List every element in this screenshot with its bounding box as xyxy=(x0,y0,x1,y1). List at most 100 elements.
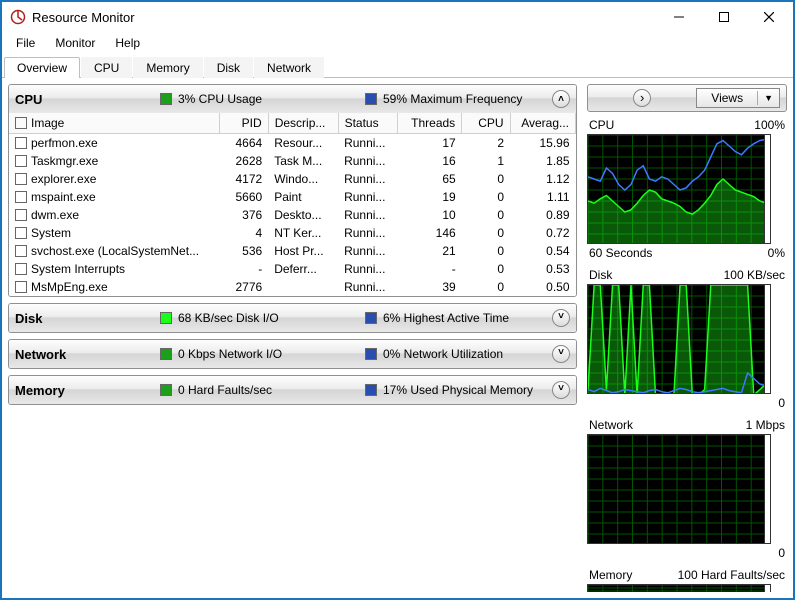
net-util-swatch xyxy=(365,348,377,360)
app-icon xyxy=(10,9,26,25)
disk-active-swatch xyxy=(365,312,377,324)
graph-disk xyxy=(587,284,765,394)
menu-bar: File Monitor Help xyxy=(2,32,793,54)
dropdown-icon[interactable]: ▼ xyxy=(758,93,779,103)
row-checkbox[interactable] xyxy=(15,281,27,293)
menu-monitor[interactable]: Monitor xyxy=(45,34,105,52)
mem-used-label: 17% Used Physical Memory xyxy=(383,383,533,397)
graph-mem-top: 100 Hard Faults/sec xyxy=(678,568,785,582)
graph-net-title: Network xyxy=(589,418,633,432)
row-checkbox[interactable] xyxy=(15,191,27,203)
graph-cpu xyxy=(587,134,765,244)
row-checkbox[interactable] xyxy=(15,263,27,275)
cpu-usage-label: 3% CPU Usage xyxy=(178,92,262,106)
col-header-description[interactable]: Descrip... xyxy=(268,113,338,134)
col-header-pid[interactable]: PID xyxy=(220,113,268,134)
chevron-down-icon[interactable] xyxy=(552,345,570,363)
section-title-memory: Memory xyxy=(15,383,160,398)
row-checkbox[interactable] xyxy=(15,137,27,149)
graph-mem-title: Memory xyxy=(589,568,632,582)
graph-network-block: Network 1 Mbps 0 xyxy=(587,418,787,560)
right-scroll-area[interactable]: Views ▼ CPU 100% 60 Seconds xyxy=(587,84,793,592)
graph-disk-top: 100 KB/sec xyxy=(724,268,785,282)
graph-memory xyxy=(587,584,765,592)
table-row[interactable]: perfmon.exe4664Resour...Runni...17215.96 xyxy=(9,134,576,153)
section-title-cpu: CPU xyxy=(15,92,160,107)
row-checkbox[interactable] xyxy=(15,155,27,167)
graph-cpu-top: 100% xyxy=(754,118,785,132)
section-title-network: Network xyxy=(15,347,160,362)
row-checkbox[interactable] xyxy=(15,227,27,239)
chevron-down-icon[interactable] xyxy=(552,309,570,327)
tab-cpu[interactable]: CPU xyxy=(81,57,132,78)
graph-disk-botright: 0 xyxy=(778,396,785,410)
row-checkbox[interactable] xyxy=(15,173,27,185)
section-header-network[interactable]: Network 0 Kbps Network I/O 0% Network Ut… xyxy=(9,340,576,368)
section-header-cpu[interactable]: CPU 3% CPU Usage 59% Maximum Frequency xyxy=(9,85,576,113)
col-header-image[interactable]: Image xyxy=(9,113,220,134)
col-header-status[interactable]: Status xyxy=(338,113,397,134)
mem-faults-label: 0 Hard Faults/sec xyxy=(178,383,272,397)
mem-used-swatch xyxy=(365,384,377,396)
graph-disk-title: Disk xyxy=(589,268,612,282)
table-row[interactable]: MsMpEng.exe2776Runni...3900.50 xyxy=(9,278,576,296)
table-row[interactable]: svchost.exe (LocalSystemNet...536Host Pr… xyxy=(9,242,576,260)
row-checkbox[interactable] xyxy=(15,245,27,257)
net-io-label: 0 Kbps Network I/O xyxy=(178,347,282,361)
graph-memory-block: Memory 100 Hard Faults/sec xyxy=(587,568,787,592)
table-row[interactable]: System Interrupts-Deferr...Runni...-00.5… xyxy=(9,260,576,278)
graph-cpu-botright: 0% xyxy=(768,246,785,260)
views-bar: Views ▼ xyxy=(587,84,787,112)
section-title-disk: Disk xyxy=(15,311,160,326)
net-io-swatch xyxy=(160,348,172,360)
table-row[interactable]: explorer.exe4172Windo...Runni...6501.12 xyxy=(9,170,576,188)
tab-network[interactable]: Network xyxy=(254,57,324,78)
graph-cpu-block: CPU 100% 60 Seconds 0% xyxy=(587,118,787,260)
table-row[interactable]: System4NT Ker...Runni...14600.72 xyxy=(9,224,576,242)
graph-cpu-title: CPU xyxy=(589,118,614,132)
views-button[interactable]: Views ▼ xyxy=(696,88,780,108)
col-header-average[interactable]: Averag... xyxy=(510,113,575,134)
minimize-button[interactable] xyxy=(656,3,701,31)
disk-io-label: 68 KB/sec Disk I/O xyxy=(178,311,279,325)
disk-io-swatch xyxy=(160,312,172,324)
process-table: Image PID Descrip... Status Threads CPU … xyxy=(9,113,576,296)
graph-cpu-botleft: 60 Seconds xyxy=(589,246,652,260)
tab-memory[interactable]: Memory xyxy=(133,57,202,78)
cpu-freq-label: 59% Maximum Frequency xyxy=(383,92,522,106)
maximize-button[interactable] xyxy=(701,3,746,31)
menu-file[interactable]: File xyxy=(6,34,45,52)
graph-net-top: 1 Mbps xyxy=(746,418,785,432)
col-header-threads[interactable]: Threads xyxy=(397,113,462,134)
window-title: Resource Monitor xyxy=(32,10,135,25)
graph-network xyxy=(587,434,765,544)
header-checkbox[interactable] xyxy=(15,117,27,129)
section-cpu: CPU 3% CPU Usage 59% Maximum Frequency xyxy=(8,84,577,297)
left-scroll-area[interactable]: CPU 3% CPU Usage 59% Maximum Frequency xyxy=(8,84,583,592)
section-header-disk[interactable]: Disk 68 KB/sec Disk I/O 6% Highest Activ… xyxy=(9,304,576,332)
tab-overview[interactable]: Overview xyxy=(4,57,80,78)
section-network: Network 0 Kbps Network I/O 0% Network Ut… xyxy=(8,339,577,369)
graph-disk-block: Disk 100 KB/sec 0 xyxy=(587,268,787,410)
table-row[interactable]: Taskmgr.exe2628Task M...Runni...1611.85 xyxy=(9,152,576,170)
disk-active-label: 6% Highest Active Time xyxy=(383,311,509,325)
col-header-cpu[interactable]: CPU xyxy=(462,113,510,134)
mem-faults-swatch xyxy=(160,384,172,396)
close-button[interactable] xyxy=(746,3,791,31)
title-bar: Resource Monitor xyxy=(2,2,793,32)
menu-help[interactable]: Help xyxy=(105,34,150,52)
cpu-usage-swatch xyxy=(160,93,172,105)
chevron-down-icon[interactable] xyxy=(552,381,570,399)
tab-disk[interactable]: Disk xyxy=(204,57,253,78)
row-checkbox[interactable] xyxy=(15,209,27,221)
table-row[interactable]: dwm.exe376Deskto...Runni...1000.89 xyxy=(9,206,576,224)
net-util-label: 0% Network Utilization xyxy=(383,347,503,361)
cpu-freq-swatch xyxy=(365,93,377,105)
section-header-memory[interactable]: Memory 0 Hard Faults/sec 17% Used Physic… xyxy=(9,376,576,404)
chevron-up-icon[interactable] xyxy=(552,90,570,108)
section-memory: Memory 0 Hard Faults/sec 17% Used Physic… xyxy=(8,375,577,405)
graph-net-botright: 0 xyxy=(778,546,785,560)
section-disk: Disk 68 KB/sec Disk I/O 6% Highest Activ… xyxy=(8,303,577,333)
chevron-right-icon[interactable] xyxy=(633,89,651,107)
table-row[interactable]: mspaint.exe5660PaintRunni...1901.11 xyxy=(9,188,576,206)
